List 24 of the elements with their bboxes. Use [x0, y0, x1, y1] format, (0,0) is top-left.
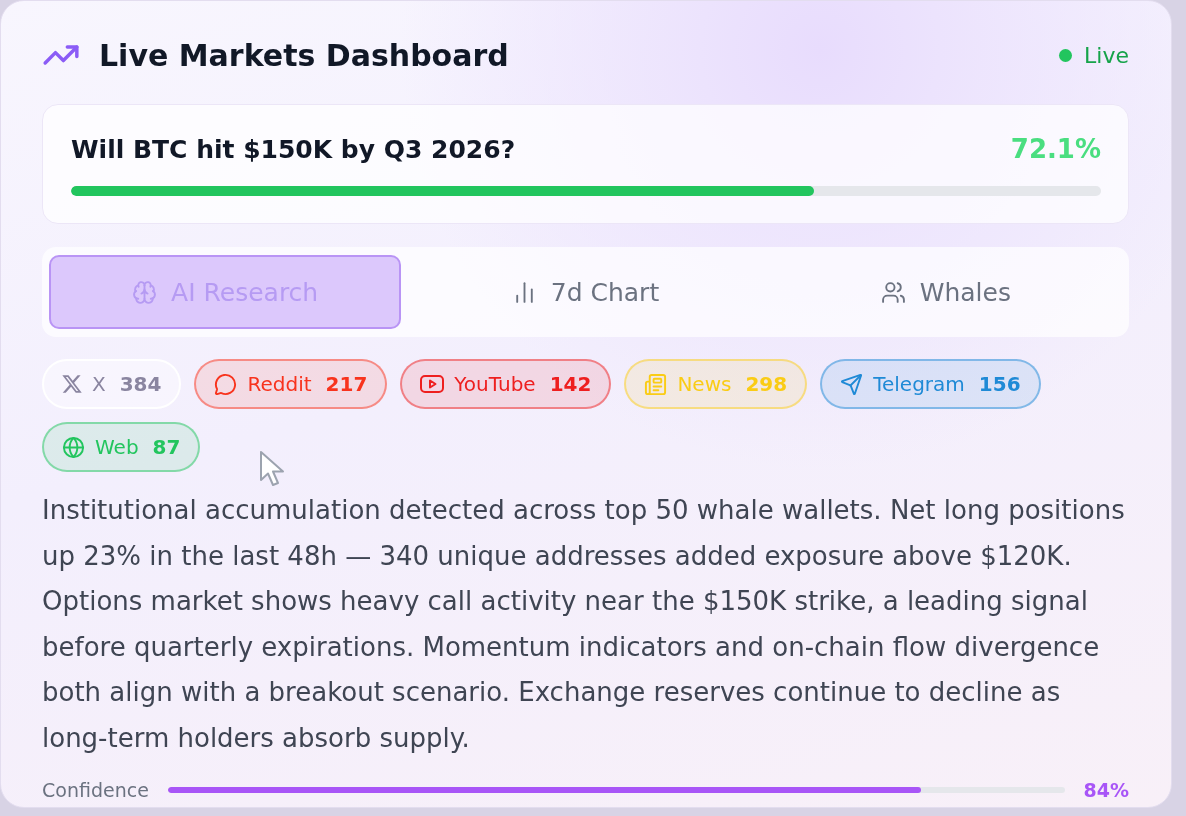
confidence-value: 84% [1083, 778, 1129, 801]
tab[interactable]: 7d Chart [409, 255, 762, 329]
source-filter-chip[interactable]: Reddit 217 [194, 359, 388, 409]
newspaper-icon [644, 372, 668, 396]
mouse-pointer-icon [259, 450, 287, 488]
market-probability: 72.1% [1010, 134, 1101, 164]
source-filter-chip[interactable]: X 384 [42, 359, 182, 409]
x-logo-icon [62, 375, 82, 393]
confidence-label: Confidence [42, 778, 149, 801]
research-summary: Institutional accumulation detected across top 50 whale wallets. Net long positions up 23% in the last 48h — 340 unique addresses added exposure above $120K. Options market shows heavy call activity near the $150K strike, a leading signal before quarterly expirations. Momentum indicators and on-chain flow divergence both align with a breakout scenario. Exchange reserves continue to decline as long-term holders absorb supply. [42, 494, 1126, 755]
live-status-label: Live [1084, 42, 1129, 68]
paper-plane-icon [840, 372, 864, 396]
brain-icon [132, 279, 158, 305]
source-filter-chip[interactable]: YouTube 142 [400, 359, 612, 409]
source-filter-chip[interactable]: Telegram 156 [820, 359, 1041, 409]
speech-bubble-icon [214, 372, 238, 396]
play-button-icon [420, 375, 445, 393]
market-question: Will BTC hit $150K by Q3 2026? [71, 134, 516, 164]
live-status-dot [1059, 48, 1073, 62]
users-icon [880, 279, 906, 305]
tab[interactable]: Whales [769, 255, 1122, 329]
dashboard-title: Live Markets Dashboard [99, 37, 509, 73]
source-filter-chip[interactable]: Web 87 [42, 422, 201, 472]
globe-icon [62, 435, 85, 459]
